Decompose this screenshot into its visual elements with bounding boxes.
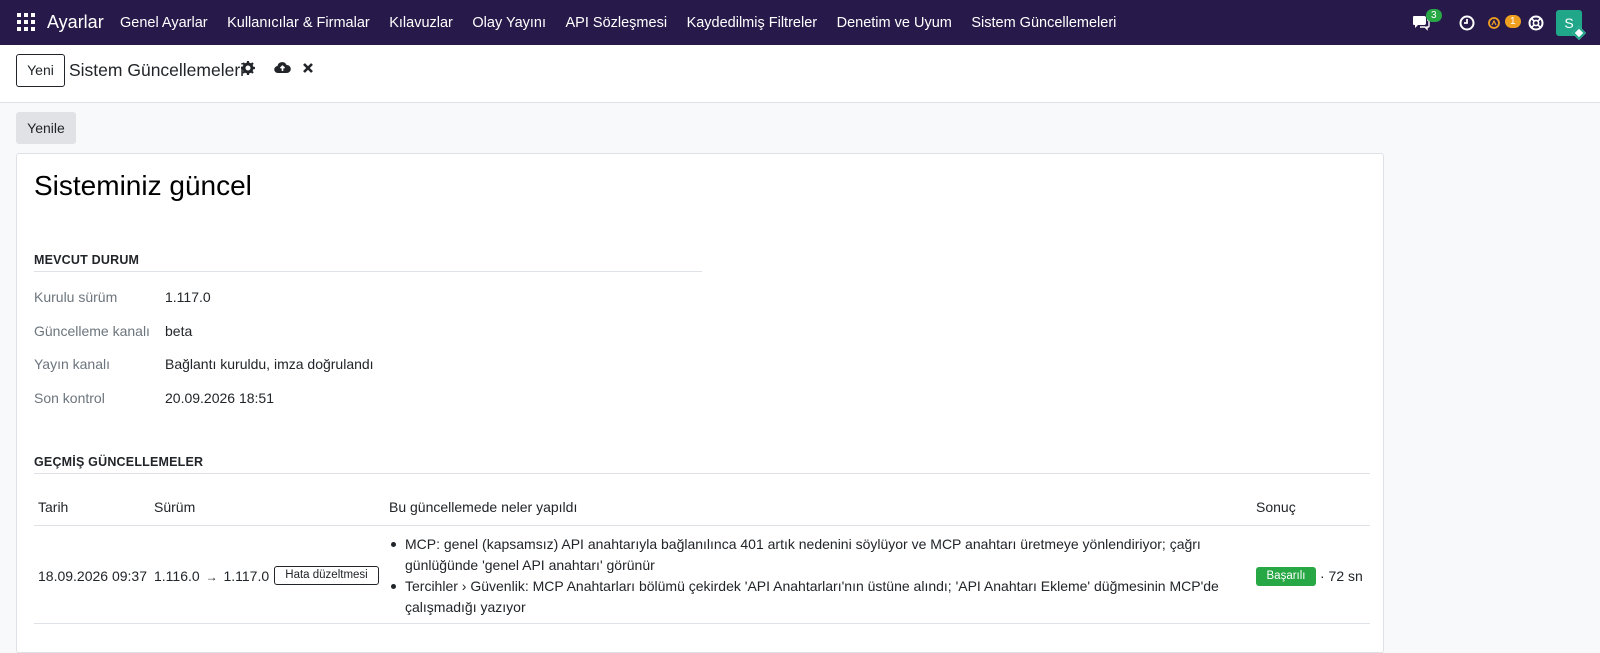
chat-icon[interactable]	[1412, 0, 1430, 45]
row-date: 18.09.2026 09:37	[38, 568, 147, 584]
row-version: 1.116.0 → 1.117.0	[154, 568, 269, 584]
column-header-version[interactable]: Sürüm	[154, 499, 195, 515]
list-item: Tercihler › Güvenlik: MCP Anahtarları bö…	[389, 576, 1229, 618]
field-value-release-channel: Bağlantı kuruldu, imza doğrulandı	[165, 356, 374, 372]
refresh-button[interactable]: Yenile	[16, 112, 76, 144]
divider	[34, 525, 1370, 526]
field-label-installed-version: Kurulu sürüm	[34, 289, 118, 305]
column-header-date[interactable]: Tarih	[38, 499, 68, 515]
menu-item-event-stream[interactable]: Olay Yayını	[472, 15, 546, 31]
top-navbar: Ayarlar Genel Ayarlar Kullanıcılar & Fir…	[0, 0, 1600, 45]
new-button[interactable]: Yeni	[16, 54, 65, 87]
field-label-last-check: Son kontrol	[34, 390, 105, 406]
row-duration: · 72 sn	[1320, 568, 1363, 584]
field-value-last-check: 20.09.2026 18:51	[165, 390, 274, 406]
cloud-upload-icon[interactable]	[274, 61, 291, 77]
support-icon[interactable]	[1528, 0, 1544, 45]
divider	[34, 271, 702, 272]
gear-icon[interactable]	[241, 61, 257, 77]
column-header-result[interactable]: Sonuç	[1256, 499, 1296, 515]
menu-item-general-settings[interactable]: Genel Ayarlar	[120, 15, 208, 31]
divider	[34, 473, 1370, 474]
field-label-release-channel: Yayın kanalı	[34, 356, 111, 372]
apps-grid-icon[interactable]	[17, 13, 35, 31]
from-version: 1.116.0	[154, 568, 200, 584]
app-title[interactable]: Ayarlar	[47, 12, 104, 33]
change-text: Tercihler › Güvenlik: MCP Anahtarları bö…	[405, 578, 1219, 615]
divider	[34, 623, 1370, 624]
column-header-changes[interactable]: Bu güncellemede neler yapıldı	[389, 499, 577, 515]
arrow-right-icon: →	[205, 570, 218, 584]
change-text: MCP: genel (kapsamsız) API anahtarıyla b…	[405, 536, 1201, 573]
field-label-update-channel: Güncelleme kanalı	[34, 323, 150, 339]
breadcrumb: Sistem Güncellemeleri	[69, 60, 245, 80]
menu-item-system-updates[interactable]: Sistem Güncellemeleri	[971, 15, 1116, 31]
menu-item-guides[interactable]: Kılavuzlar	[389, 15, 453, 31]
update-type-badge: Hata düzeltmesi	[274, 566, 379, 585]
close-icon[interactable]	[302, 61, 318, 77]
bullet-icon	[391, 542, 396, 547]
menu-item-users-companies[interactable]: Kullanıcılar & Firmalar	[227, 15, 370, 31]
field-value-update-channel: beta	[165, 323, 193, 339]
page-title: Sisteminiz güncel	[34, 170, 252, 201]
main-menu: Genel Ayarlar Kullanıcılar & Firmalar Kı…	[120, 15, 1136, 31]
update-history-heading: GEÇMİŞ GÜNCELLEMELER	[34, 455, 204, 469]
messages-count-badge: 3	[1426, 9, 1442, 22]
activity-icon[interactable]	[1488, 0, 1500, 45]
list-item: MCP: genel (kapsamsız) API anahtarıyla b…	[389, 534, 1229, 576]
clock-icon[interactable]	[1459, 0, 1475, 45]
changes-list: MCP: genel (kapsamsız) API anahtarıyla b…	[389, 534, 1229, 618]
field-value-installed-version: 1.117.0	[165, 289, 211, 305]
menu-item-audit-compliance[interactable]: Denetim ve Uyum	[837, 15, 952, 31]
bullet-icon	[391, 584, 396, 589]
control-panel: Yeni Sistem Güncellemeleri	[0, 45, 1600, 103]
menu-item-api-contract[interactable]: API Sözleşmesi	[566, 15, 668, 31]
current-status-heading: MEVCUT DURUM	[34, 253, 140, 267]
form-sheet: Sisteminiz güncel MEVCUT DURUM Kurulu sü…	[16, 153, 1384, 653]
activity-count-badge: 1	[1505, 15, 1521, 28]
to-version: 1.117.0	[223, 568, 270, 584]
menu-item-saved-filters[interactable]: Kaydedilmiş Filtreler	[687, 15, 818, 31]
status-badge: Başarılı	[1256, 567, 1316, 586]
